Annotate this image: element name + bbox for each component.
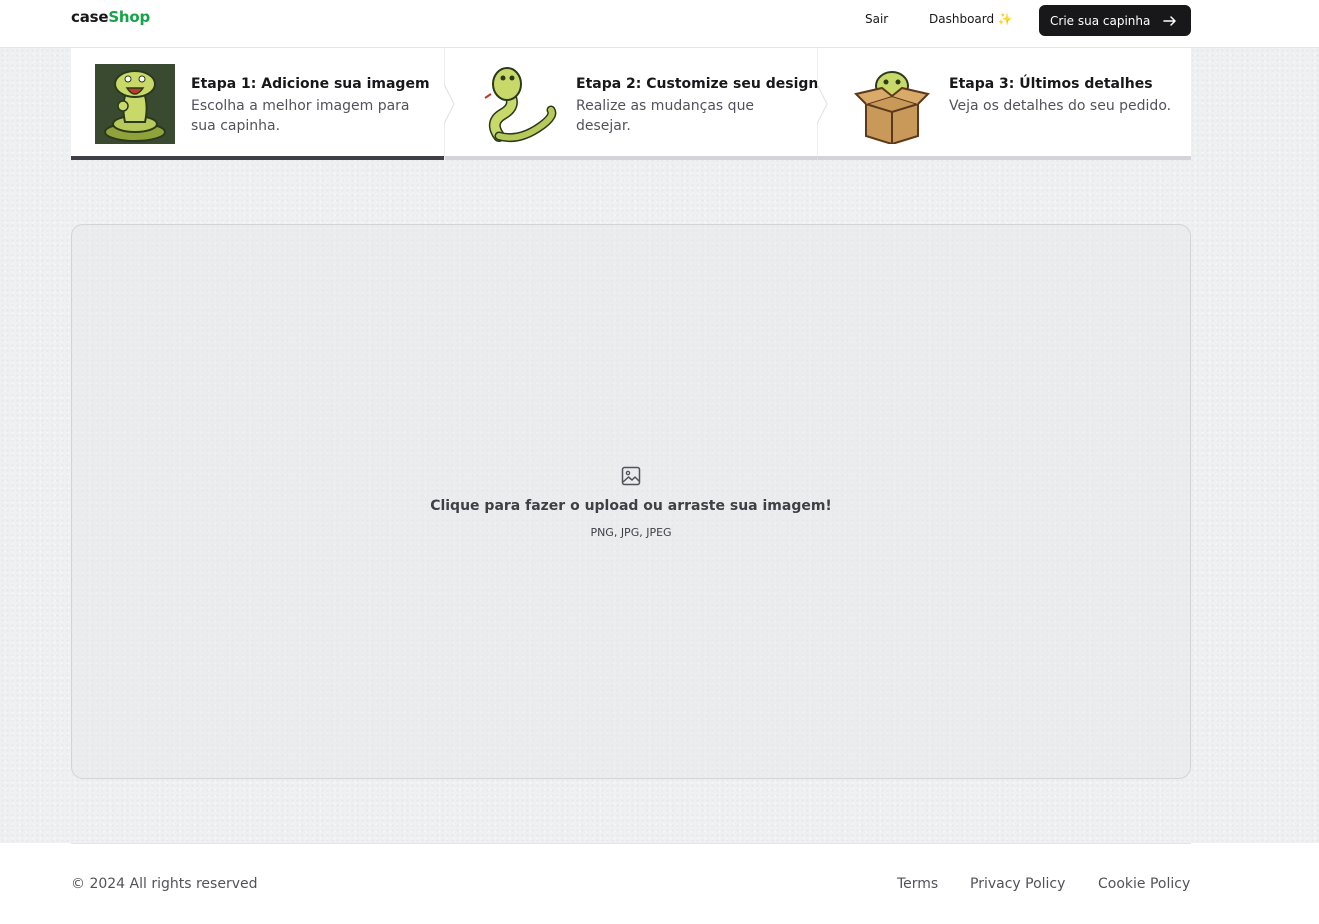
step-2: Etapa 2: Customize seu design Realize as… [445,48,818,160]
step-1-description: Escolha a melhor imagem para sua capinha… [191,98,410,134]
upload-instruction: Clique para fazer o upload ou arraste su… [430,498,832,514]
step-1: Etapa 1: Adicione sua imagem Escolha a m… [71,48,444,160]
footer-divider [71,843,1191,844]
step-2-title: Etapa 2: Customize seu design [576,76,819,92]
create-case-button[interactable]: Crie sua capinha [1039,5,1191,36]
upload-formats: PNG, JPG, JPEG [590,526,672,539]
snake-in-box-icon [854,71,930,144]
snake-thumbs-up-icon [95,64,175,144]
arrow-right-icon [1163,16,1176,26]
create-case-label: Crie sua capinha [1050,13,1151,28]
cookie-policy-link[interactable]: Cookie Policy [1098,876,1190,892]
image-upload-dropzone[interactable]: Clique para fazer o upload ou arraste su… [71,224,1191,779]
copyright-text: © 2024 All rights reserved [71,876,258,892]
step-3-title: Etapa 3: Últimos detalhes [949,76,1153,92]
logo-text-case: case [71,8,109,26]
privacy-policy-link[interactable]: Privacy Policy [970,876,1065,892]
image-icon [621,466,641,486]
step-2-description: Realize as mudanças que desejar. [576,98,755,134]
logo-text-shop: Shop [108,8,151,26]
step-1-title: Etapa 1: Adicione sua imagem [191,76,430,92]
snake-cobra-icon [484,67,557,143]
brand-logo[interactable]: caseShop [71,8,150,26]
step-2-progress-bar [445,156,818,160]
step-3: Etapa 3: Últimos detalhes Veja os detalh… [818,48,1191,160]
terms-link[interactable]: Terms [897,876,938,892]
step-3-progress-bar [818,156,1191,160]
footer: © 2024 All rights reserved Terms Privacy… [0,843,1319,924]
logout-link[interactable]: Sair [865,12,888,26]
dashboard-link[interactable]: Dashboard ✨ [929,12,1013,26]
step-1-progress-bar [71,156,444,160]
step-3-description: Veja os detalhes do seu pedido. [949,98,1172,114]
progress-steps: Etapa 1: Adicione sua imagem Escolha a m… [71,48,1191,160]
top-navbar: caseShop Sair Dashboard ✨ Crie sua capin… [0,0,1319,48]
